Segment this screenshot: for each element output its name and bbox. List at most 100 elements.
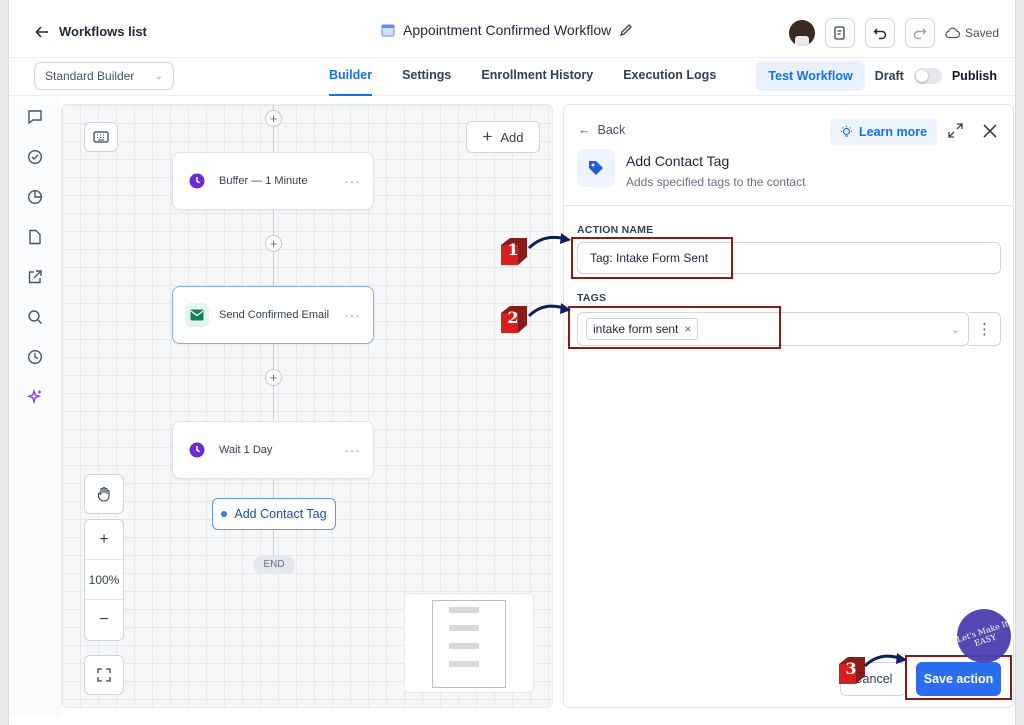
- search-icon[interactable]: [9, 297, 61, 337]
- tags-label: TAGS: [577, 292, 607, 304]
- test-workflow-button[interactable]: Test Workflow: [756, 61, 865, 91]
- back-label: Workflows list: [59, 24, 147, 39]
- maximize-icon[interactable]: [948, 123, 963, 138]
- builder-select[interactable]: Standard Builder ⌄: [34, 62, 174, 90]
- sparkles-icon[interactable]: [9, 377, 61, 417]
- new-action-add-contact-tag[interactable]: Add Contact Tag: [212, 498, 336, 530]
- tab-settings[interactable]: Settings: [402, 58, 451, 96]
- fit-view-button[interactable]: [84, 655, 124, 695]
- add-step-plus-button[interactable]: +: [265, 235, 282, 252]
- clock-icon: [185, 169, 209, 193]
- panel-tools: [948, 123, 997, 138]
- more-options-icon[interactable]: ···: [344, 173, 361, 189]
- panel-back-button[interactable]: ← Back: [578, 123, 625, 137]
- tab-builder[interactable]: Builder: [329, 58, 373, 96]
- workflows-list-back-button[interactable]: Workflows list: [35, 24, 147, 39]
- pie-chart-icon[interactable]: [9, 177, 61, 217]
- tab-enrollment-history[interactable]: Enrollment History: [481, 58, 593, 96]
- status-dot: [221, 511, 228, 517]
- workflow-canvas[interactable]: + Add + Buffer — 1 Minute ··· + Send Con…: [61, 104, 553, 708]
- panel-title: Add Contact Tag: [626, 153, 730, 169]
- add-step-plus-button[interactable]: +: [265, 110, 282, 127]
- highlight-box-tags: [568, 306, 781, 349]
- new-action-label: Add Contact Tag: [234, 507, 327, 521]
- lightbulb-icon: [841, 125, 852, 137]
- document-check-button[interactable]: [824, 18, 855, 48]
- minimap[interactable]: [404, 593, 534, 693]
- workflow-title-text: Appointment Confirmed Workflow: [403, 22, 612, 38]
- step-badge-1: 1: [498, 236, 528, 266]
- saved-label: Saved: [964, 26, 999, 40]
- document-icon: [834, 26, 845, 40]
- keyboard-shortcuts-button[interactable]: [84, 122, 118, 152]
- undo-icon: [873, 28, 887, 40]
- panel-description: Adds specified tags to the contact: [626, 175, 806, 189]
- step-badge-2: 2: [498, 304, 528, 334]
- minimap-viewport: [432, 600, 506, 688]
- workflow-title: Appointment Confirmed Workflow: [381, 22, 633, 38]
- plus-icon: +: [482, 127, 493, 146]
- highlight-box-action-name: [571, 237, 733, 279]
- workflow-node-buffer[interactable]: Buffer — 1 Minute ···: [172, 152, 374, 210]
- redo-button[interactable]: [904, 18, 935, 48]
- clock-icon: [185, 438, 209, 462]
- tags-more-options-button[interactable]: ⋮: [969, 312, 1001, 346]
- sub-bar-actions: Test Workflow Draft Publish: [756, 61, 997, 91]
- sub-bar: Standard Builder ⌄ Builder Settings Enro…: [9, 58, 1015, 96]
- pan-tool-button[interactable]: [84, 474, 124, 514]
- draft-label: Draft: [874, 69, 904, 83]
- chevron-down-icon: ⌄: [154, 70, 163, 82]
- redo-icon: [913, 28, 927, 40]
- learn-more-button[interactable]: Learn more: [830, 119, 938, 145]
- avatar[interactable]: [788, 20, 815, 46]
- more-options-icon[interactable]: ···: [344, 307, 361, 323]
- add-step-plus-button[interactable]: +: [265, 369, 282, 386]
- panel-back-label: Back: [597, 123, 626, 137]
- arrow-annotation-1: [527, 233, 571, 250]
- action-name-label: ACTION NAME: [577, 224, 654, 236]
- zoom-in-button[interactable]: +: [85, 520, 123, 560]
- node-label: Wait 1 Day: [219, 444, 273, 456]
- add-button-label: Add: [500, 129, 524, 145]
- pencil-icon[interactable]: [619, 23, 633, 37]
- zoom-controls: + 100% −: [84, 519, 124, 641]
- hand-icon: [97, 486, 110, 502]
- close-icon[interactable]: [983, 123, 997, 138]
- tab-execution-logs[interactable]: Execution Logs: [623, 58, 716, 96]
- workflow-node-wait[interactable]: Wait 1 Day ···: [172, 421, 374, 479]
- undo-button[interactable]: [864, 18, 895, 48]
- app-window: Workflows list Appointment Confirmed Wor…: [8, 0, 1019, 725]
- chat-icon[interactable]: [9, 97, 61, 137]
- node-label: Send Confirmed Email: [219, 309, 330, 321]
- action-config-panel: ← Back Learn more Add Contact Tag Adds s…: [563, 104, 1014, 708]
- step-badge-number: 1: [507, 240, 519, 259]
- check-circle-icon[interactable]: [9, 137, 61, 177]
- highlight-box-save: [905, 655, 1012, 700]
- arrow-left-icon: ←: [578, 123, 591, 137]
- file-icon[interactable]: [9, 217, 61, 257]
- divider: [564, 205, 1013, 206]
- add-button[interactable]: + Add: [466, 121, 540, 153]
- expand-icon: [97, 668, 111, 682]
- top-bar-actions: Saved: [788, 18, 999, 48]
- left-sidebar: [9, 97, 61, 717]
- workflow-node-email[interactable]: Send Confirmed Email ···: [172, 286, 374, 344]
- arrow-annotation-3: [863, 653, 907, 668]
- cloud-icon: [945, 27, 960, 39]
- zoom-out-button[interactable]: −: [85, 600, 123, 640]
- publish-label: Publish: [951, 69, 997, 83]
- zoom-level: 100%: [85, 560, 123, 600]
- calendar-icon: [381, 24, 395, 37]
- mail-icon: [185, 303, 209, 327]
- chevron-down-icon[interactable]: ⌄: [951, 323, 960, 336]
- publish-toggle[interactable]: [913, 68, 942, 84]
- tag-icon: [577, 149, 615, 187]
- learn-more-label: Learn more: [859, 125, 928, 139]
- top-bar: Workflows list Appointment Confirmed Wor…: [9, 8, 1015, 58]
- more-options-icon[interactable]: ···: [344, 442, 361, 458]
- external-link-icon[interactable]: [9, 257, 61, 297]
- saved-status: Saved: [945, 26, 999, 40]
- step-badge-number: 2: [507, 308, 519, 327]
- watermark-text: Let's Make It EASY: [955, 619, 1010, 649]
- clock-icon[interactable]: [9, 337, 61, 377]
